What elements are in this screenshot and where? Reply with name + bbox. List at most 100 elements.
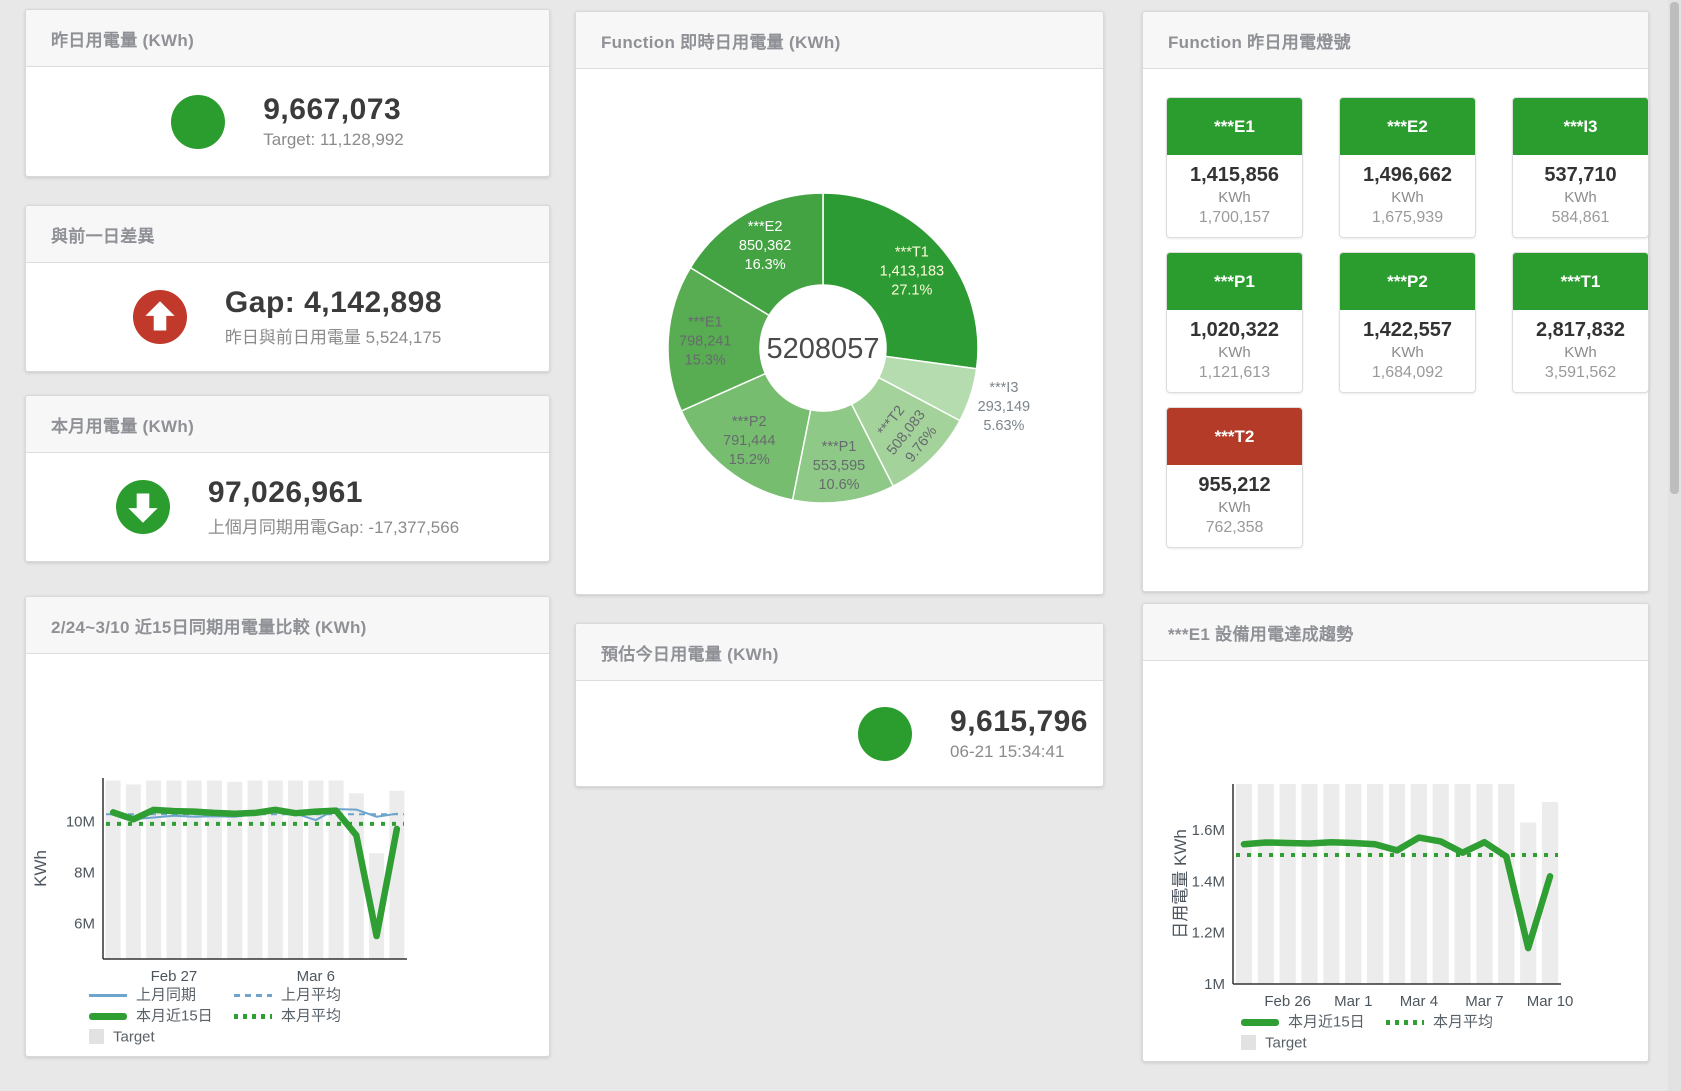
slice-label-line: 293,149	[978, 399, 1030, 415]
tile-target-value: 762,358	[1167, 519, 1302, 537]
chart-body: 1M1.2M1.4M1.6MFeb 26Mar 1Mar 4Mar 7Mar 1…	[1143, 661, 1648, 1061]
legend-item[interactable]: 上月平均	[234, 984, 379, 1006]
tile-value: 2,817,832	[1513, 319, 1648, 342]
stat-value: 97,026,961	[208, 476, 459, 510]
status-tile-grid: ***E11,415,856KWh1,700,157***E21,496,662…	[1143, 69, 1648, 548]
panel-title: 預估今日用電量 (KWh)	[601, 640, 779, 665]
lights-body: ***E11,415,856KWh1,700,157***E21,496,662…	[1143, 69, 1648, 591]
stat-value: Gap: 4,142,898	[225, 286, 442, 320]
chart-body: 6M8M10MFeb 27Mar 6KWh 上月同期上月平均本月近15日本月平均…	[26, 654, 549, 1056]
box-swatch-icon	[89, 1029, 104, 1044]
y-axis-title: KWh	[31, 850, 50, 887]
stat-body: 9,667,073 Target: 11,128,992	[26, 67, 549, 176]
stat-value: 9,667,073	[263, 93, 404, 127]
tile-header: ***T2	[1167, 408, 1302, 465]
legend-item[interactable]: 本月近15日	[89, 1005, 234, 1027]
tile-target-value: 1,700,157	[1167, 209, 1302, 227]
slice-label-line: 553,595	[813, 458, 865, 474]
tile-unit: KWh	[1167, 189, 1302, 206]
panel-header: 昨日用電量 (KWh)	[26, 10, 549, 67]
legend-item[interactable]: 本月平均	[234, 1005, 379, 1027]
tile-value: 1,020,322	[1167, 319, 1302, 342]
donut-center-value: 5208057	[767, 333, 880, 365]
status-tile-T2[interactable]: ***T2 955,212 KWh 762,358	[1166, 407, 1303, 548]
status-tile-P2[interactable]: ***P21,422,557KWh1,684,092	[1339, 252, 1476, 393]
status-tile-I3[interactable]: ***I3537,710KWh584,861	[1512, 97, 1649, 238]
thick-swatch-icon	[1241, 1019, 1279, 1026]
status-circle-icon	[858, 707, 912, 761]
panel-title: 2/24~3/10 近15日同期用電量比較 (KWh)	[51, 613, 367, 638]
x-tick-label: Feb 26	[1264, 993, 1311, 1010]
tile-value: 1,422,557	[1340, 319, 1475, 342]
panel-month-usage: 本月用電量 (KWh) 97,026,961 上個月同期用電Gap: -17,3…	[25, 395, 550, 562]
stat-text: 9,667,073 Target: 11,128,992	[263, 93, 404, 150]
slice-label-line: 10.6%	[818, 477, 859, 493]
tile-target-value: 584,861	[1513, 209, 1648, 227]
panel-header: 預估今日用電量 (KWh)	[576, 624, 1103, 681]
target-bar	[106, 781, 121, 959]
status-tile-E2[interactable]: ***E21,496,662KWh1,675,939	[1339, 97, 1476, 238]
panel-title: Function 昨日用電燈號	[1168, 28, 1351, 53]
legend-label: Target	[1265, 1035, 1307, 1052]
panel-estimate-today: 預估今日用電量 (KWh) 9,615,796 06-21 15:34:41	[575, 623, 1104, 787]
panel-header: 本月用電量 (KWh)	[26, 396, 549, 453]
legend-item[interactable]: 上月同期	[89, 984, 234, 1006]
stat-subtext: 昨日與前日用電量 5,524,175	[225, 323, 442, 348]
panel-realtime-donut: Function 即時日用電量 (KWh) ***T11,413,18327.1…	[575, 11, 1104, 595]
stat-text: 97,026,961 上個月同期用電Gap: -17,377,566	[208, 476, 459, 538]
y-tick-label: 6M	[74, 915, 95, 932]
target-bar	[1411, 784, 1427, 984]
panel-title: 昨日用電量 (KWh)	[51, 26, 194, 51]
legend-item[interactable]: 本月近15日	[1241, 1011, 1386, 1033]
dashboard: 昨日用電量 (KWh) 9,667,073 Target: 11,128,992…	[0, 0, 1681, 1091]
scrollbar[interactable]	[1668, 0, 1681, 1091]
panel-title: 本月用電量 (KWh)	[51, 412, 194, 437]
x-tick-label: Mar 6	[297, 968, 335, 985]
stat-subtext: 06-21 15:34:41	[950, 742, 1088, 762]
stat-body: Gap: 4,142,898 昨日與前日用電量 5,524,175	[26, 263, 549, 371]
slice-label-line: 15.2%	[729, 452, 770, 468]
target-bar	[1520, 822, 1536, 984]
thick-swatch-icon	[89, 1013, 127, 1020]
legend-label: 本月平均	[1433, 1014, 1493, 1031]
legend-item[interactable]: Target	[1241, 1032, 1386, 1054]
target-bar	[1258, 784, 1274, 984]
status-tile-P1[interactable]: ***P11,020,322KWh1,121,613	[1166, 252, 1303, 393]
tile-unit: KWh	[1167, 499, 1302, 516]
stat-text: Gap: 4,142,898 昨日與前日用電量 5,524,175	[225, 286, 442, 348]
target-bar	[1389, 784, 1405, 984]
y-tick-label: 1.2M	[1192, 925, 1225, 942]
legend-label: 本月近15日	[1288, 1014, 1365, 1031]
target-bar	[308, 781, 323, 959]
target-bar	[1280, 784, 1296, 984]
panel-status-lights: Function 昨日用電燈號 ***E11,415,856KWh1,700,1…	[1142, 11, 1649, 592]
target-bar	[126, 784, 141, 959]
legend-item[interactable]: 本月平均	[1386, 1011, 1531, 1033]
trend-chart-legend: 本月近15日 本月平均 Target	[1241, 1011, 1531, 1053]
status-tile-E1[interactable]: ***E11,415,856KWh1,700,157	[1166, 97, 1303, 238]
stat-value: 9,615,796	[950, 705, 1088, 739]
y-tick-label: 1.6M	[1192, 822, 1225, 839]
scrollbar-thumb[interactable]	[1670, 2, 1679, 494]
slice-label-line: ***T1	[895, 244, 929, 260]
box-swatch-icon	[1241, 1035, 1256, 1050]
tile-target-value: 1,684,092	[1340, 364, 1475, 382]
tile-value: 955,212	[1167, 474, 1302, 497]
slice-label-line: 798,241	[679, 334, 731, 350]
tile-unit: KWh	[1340, 344, 1475, 361]
legend-row: 上月同期上月平均	[89, 984, 379, 1005]
legend-row: 本月近15日 本月平均	[1241, 1011, 1531, 1032]
panel-header: 與前一日差異	[26, 206, 549, 263]
y-tick-label: 8M	[74, 864, 95, 881]
status-tile-T1[interactable]: ***T12,817,832KWh3,591,562	[1512, 252, 1649, 393]
y-tick-label: 1.4M	[1192, 873, 1225, 890]
slice-label-line: ***P2	[732, 414, 767, 430]
dashed-swatch-icon	[234, 994, 272, 997]
slice-label-line: 15.3%	[685, 353, 726, 369]
tile-target-value: 1,675,939	[1340, 209, 1475, 227]
tile-header: ***T1	[1513, 253, 1648, 310]
panel-header: Function 昨日用電燈號	[1143, 12, 1648, 69]
tile-value: 537,710	[1513, 164, 1648, 187]
target-bar	[389, 791, 404, 959]
legend-item[interactable]: Target	[89, 1026, 234, 1048]
